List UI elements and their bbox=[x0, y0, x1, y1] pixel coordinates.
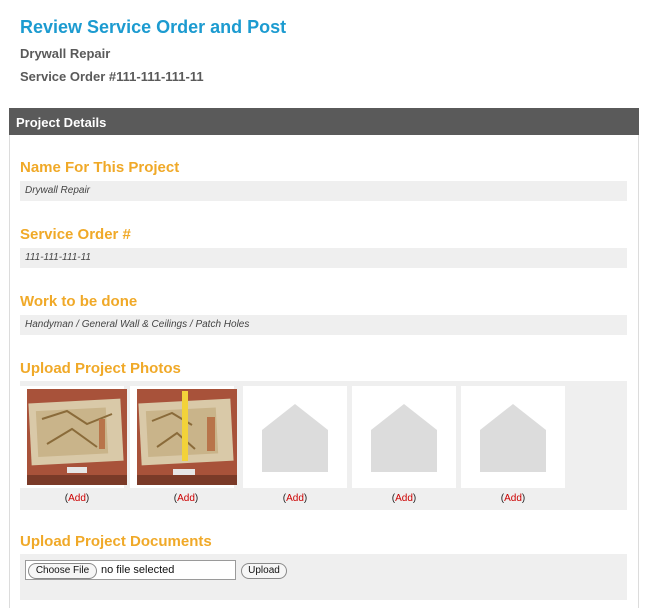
photo-slot-2[interactable] bbox=[130, 386, 237, 488]
drywall-photo-with-tape-measure bbox=[137, 389, 237, 485]
add-photo-link-3[interactable]: (Add) bbox=[243, 493, 347, 504]
add-link-text[interactable]: Add bbox=[395, 493, 413, 504]
project-name-value: Drywall Repair bbox=[20, 181, 627, 201]
documents-label: Upload Project Documents bbox=[20, 533, 212, 550]
project-name-subtitle: Drywall Repair bbox=[20, 46, 111, 61]
add-photo-link-5[interactable]: (Add) bbox=[461, 493, 565, 504]
house-placeholder-icon bbox=[480, 404, 546, 472]
add-paren-close: ) bbox=[85, 493, 90, 504]
photo-slot-1[interactable] bbox=[20, 386, 127, 488]
add-link-text[interactable]: Add bbox=[177, 493, 195, 504]
add-paren-close: ) bbox=[521, 493, 526, 504]
file-status-text: no file selected bbox=[101, 564, 175, 576]
page-title: Review Service Order and Post bbox=[20, 17, 287, 37]
photo-slot-3[interactable] bbox=[243, 386, 347, 488]
choose-file-button[interactable]: Choose File bbox=[28, 563, 97, 579]
add-link-text[interactable]: Add bbox=[504, 493, 522, 504]
work-value: Handyman / General Wall & Ceilings / Pat… bbox=[20, 315, 627, 335]
service-order-label: Service Order # bbox=[20, 226, 131, 243]
add-paren-close: ) bbox=[303, 493, 308, 504]
upload-button[interactable]: Upload bbox=[241, 563, 287, 579]
add-photo-link-2[interactable]: (Add) bbox=[134, 493, 238, 504]
house-placeholder-icon bbox=[262, 404, 328, 472]
photo-slot-4[interactable] bbox=[352, 386, 456, 488]
add-link-text[interactable]: Add bbox=[286, 493, 304, 504]
service-order-subtitle: Service Order #111-111-111-11 bbox=[20, 69, 204, 84]
house-placeholder-icon bbox=[371, 404, 437, 472]
panel-header: Project Details bbox=[9, 108, 639, 135]
add-paren-close: ) bbox=[412, 493, 417, 504]
drywall-photo bbox=[27, 389, 127, 485]
project-name-label: Name For This Project bbox=[20, 159, 180, 176]
photo-slot-5[interactable] bbox=[461, 386, 565, 488]
add-paren-close: ) bbox=[194, 493, 199, 504]
work-label: Work to be done bbox=[20, 293, 138, 310]
add-link-text[interactable]: Add bbox=[68, 493, 86, 504]
photos-label: Upload Project Photos bbox=[20, 360, 181, 377]
add-photo-link-4[interactable]: (Add) bbox=[352, 493, 456, 504]
add-photo-link-1[interactable]: (Add) bbox=[25, 493, 129, 504]
service-order-value: 111-111-111-11 bbox=[20, 248, 627, 268]
